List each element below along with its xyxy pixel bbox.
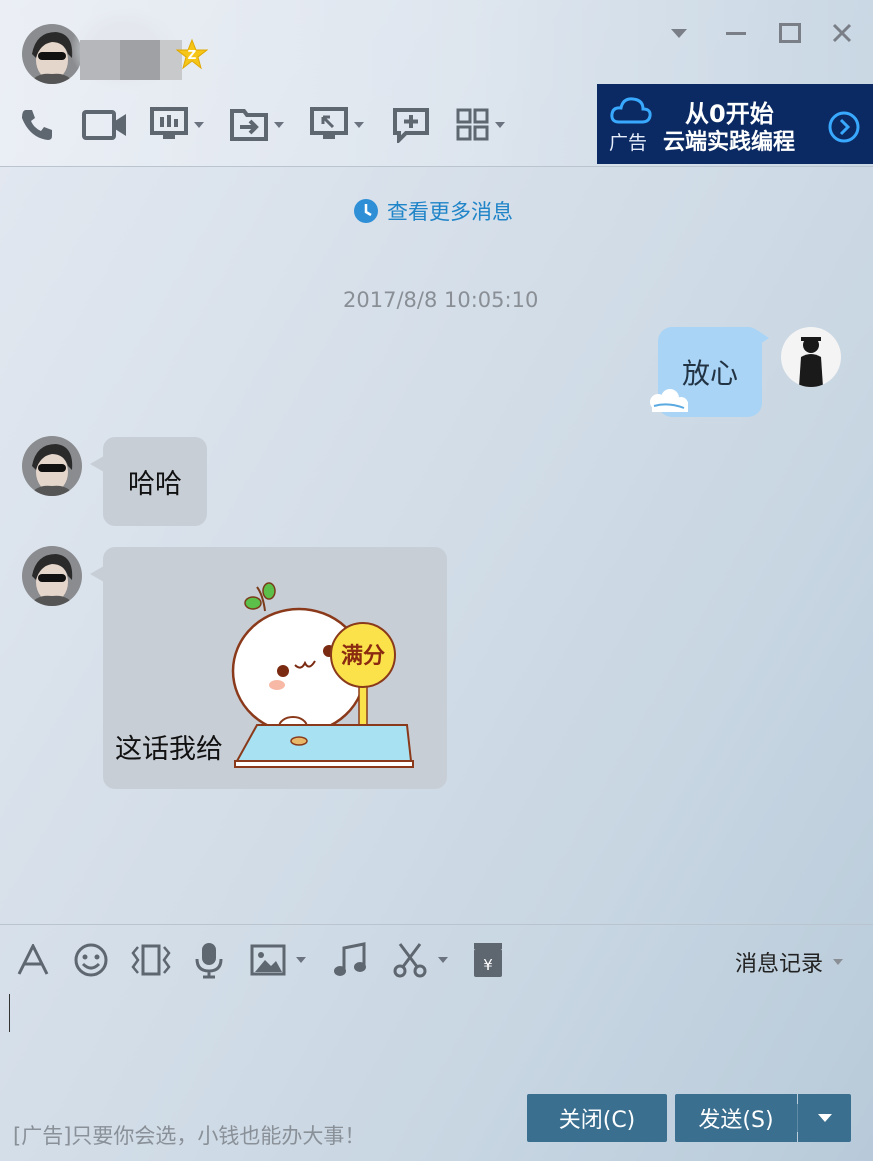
close-button[interactable]: 关闭(C) [527,1094,667,1142]
ad-banner[interactable]: 广告 从0开始 云端实践编程 [597,84,873,164]
send-button-label: 发送(S) [698,1108,774,1133]
close-icon[interactable] [827,18,857,48]
input-divider [0,924,873,925]
file-transfer-icon[interactable] [230,104,284,146]
self-avatar[interactable] [781,327,841,387]
bubble-tail [90,566,104,582]
sticker-image[interactable]: 满分 [229,581,419,771]
vip-star-icon[interactable]: Z [175,38,209,70]
shake-icon[interactable] [130,940,172,980]
chevron-down-icon [817,1114,832,1122]
maximize-icon[interactable] [775,18,805,48]
send-options-dropdown[interactable] [798,1094,851,1142]
message-bubble-other[interactable]: 哈哈 [103,437,207,526]
bubble-cloud-decoration [650,389,688,412]
minimize-icon[interactable] [721,18,751,48]
more-messages-label: 查看更多消息 [387,200,513,224]
message-text: 放心 [681,357,738,390]
message-history-button[interactable]: 消息记录 [735,946,844,978]
image-icon[interactable] [250,940,306,980]
message-timestamp: 2017/8/8 10:05:10 [343,288,539,312]
bubble-tail [90,456,104,472]
font-icon[interactable] [16,940,50,980]
video-icon[interactable] [82,104,128,146]
chevron-right-icon [828,111,860,143]
chevron-down-icon [833,959,844,965]
message-text: 哈哈 [128,469,182,500]
contact-name-mosaic [80,40,120,80]
message-input[interactable] [0,984,873,1084]
remote-desktop-icon[interactable] [310,104,364,146]
close-button-label: 关闭(C) [558,1108,636,1133]
phone-icon[interactable] [18,104,56,146]
music-icon[interactable] [332,940,368,980]
more-messages-link[interactable]: 查看更多消息 [353,196,513,226]
contact-name-mosaic [120,40,160,80]
message-bubble-other[interactable]: 这话我给 满分 [103,547,447,789]
message-text: 这话我给 [115,734,223,765]
screen-share-icon[interactable] [150,104,204,146]
sticker-text: 满分 [341,644,385,669]
clock-icon [354,199,378,223]
apps-icon[interactable] [455,104,505,146]
ad-label: 广告 [609,132,648,154]
emoji-icon[interactable] [73,940,109,980]
bottom-ad-link[interactable]: [广告]只要你会选，小钱也能办大事！ [13,1120,365,1150]
message-history-label: 消息记录 [735,952,824,977]
bubble-tail [757,330,769,346]
svg-text:¥: ¥ [483,956,493,974]
ad-subtitle: 云端实践编程 [663,130,796,155]
svg-text:Z: Z [188,48,197,62]
red-packet-icon[interactable]: ¥ [472,940,504,980]
header-divider [0,166,873,167]
cloud-icon [610,97,652,124]
send-button[interactable]: 发送(S) [675,1094,797,1142]
contact-avatar-small[interactable] [22,436,82,496]
voice-icon[interactable] [193,940,225,980]
contact-avatar-small[interactable] [22,546,82,606]
screenshot-icon[interactable] [392,940,448,980]
add-chat-icon[interactable] [392,104,430,146]
menu-dropdown-icon[interactable] [664,18,694,48]
